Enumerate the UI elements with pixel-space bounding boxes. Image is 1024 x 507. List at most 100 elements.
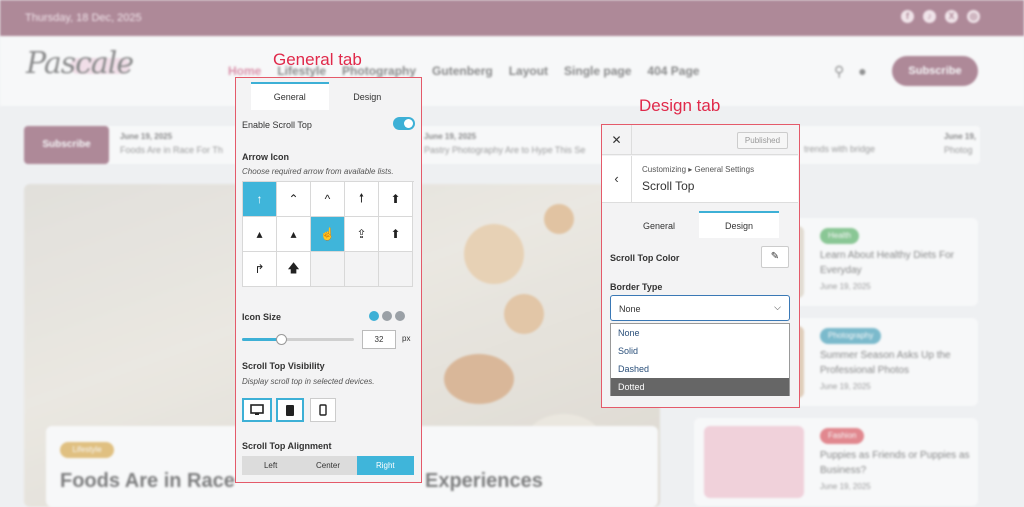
- nav-single-page[interactable]: Single page: [564, 64, 631, 78]
- header-icons: ⚲ ●: [834, 63, 867, 80]
- circle-arrow-up-filled-icon[interactable]: ⬆: [379, 217, 413, 252]
- post-title[interactable]: Summer Season Asks Up the Professional P…: [820, 348, 970, 378]
- ticker-item[interactable]: June 19, 2025 Foods Are in Race For Th: [120, 132, 223, 155]
- annotation-design-tab: Design tab: [639, 96, 721, 115]
- theme-toggle-icon[interactable]: ●: [858, 63, 866, 80]
- ticker-title: Foods Are in Race For Th: [120, 145, 223, 155]
- site-logo[interactable]: Pascale: [26, 46, 134, 81]
- post-date: June 19, 2025: [820, 282, 871, 291]
- empty-icon-slot: [311, 252, 345, 287]
- panel-tabs: General Design: [251, 82, 406, 110]
- chevron-up-icon[interactable]: ^: [311, 182, 345, 217]
- border-type-select[interactable]: None ⌵: [610, 295, 790, 321]
- arrow-icon-hint: Choose required arrow from available lis…: [242, 167, 394, 176]
- nav-home[interactable]: Home: [228, 64, 261, 78]
- color-picker-pencil-icon[interactable]: ✎: [761, 246, 789, 268]
- ticker-subscribe-button[interactable]: Subscribe: [24, 126, 109, 164]
- visibility-label: Scroll Top Visibility: [242, 361, 325, 371]
- arrow-up-icon[interactable]: ↑: [243, 182, 277, 217]
- side-post-card[interactable]: Fashion Puppies as Friends or Puppies as…: [694, 418, 978, 506]
- icon-size-input[interactable]: 32: [362, 330, 396, 349]
- border-option-solid[interactable]: Solid: [611, 342, 789, 360]
- tab-general[interactable]: General: [619, 211, 699, 238]
- published-button[interactable]: Published: [737, 132, 788, 149]
- post-tag[interactable]: Photography: [820, 328, 882, 344]
- alignment-segmented-control: Left Center Right: [242, 456, 414, 475]
- align-left-option[interactable]: Left: [242, 456, 299, 475]
- top-bar: Thursday, 18 Dec, 2025 f ♪ X ◎: [0, 0, 1024, 36]
- chevron-down-icon: ⌵: [774, 302, 781, 312]
- chevron-up-thin-icon[interactable]: ⌃: [277, 182, 311, 217]
- customizer-section-header: ‹ Customizing ▸ General Settings Scroll …: [602, 156, 798, 203]
- enable-scroll-top-label: Enable Scroll Top: [242, 120, 312, 130]
- border-option-dotted[interactable]: Dotted: [611, 378, 789, 396]
- align-center-option[interactable]: Center: [299, 456, 356, 475]
- arrow-up-thick-icon[interactable]: 🡅: [277, 252, 311, 287]
- ticker-item[interactable]: June 19, 2025 Pastry Photography Are to H…: [424, 132, 585, 155]
- facebook-icon[interactable]: f: [901, 10, 914, 23]
- arrow-turn-up-icon[interactable]: ↱: [243, 252, 277, 287]
- desktop-dot-icon[interactable]: [369, 311, 379, 321]
- nav-404-page[interactable]: 404 Page: [647, 64, 699, 78]
- nav-gutenberg[interactable]: Gutenberg: [432, 64, 493, 78]
- mobile-dot-icon[interactable]: [395, 311, 405, 321]
- caret-up-small-icon[interactable]: ▴: [243, 217, 277, 252]
- empty-icon-slot: [345, 252, 379, 287]
- empty-icon-slot: [379, 252, 413, 287]
- arrow-icon-grid: ↑ ⌃ ^ 🠕 ⬆ ▴ ▴ ☝ ⇪ ⬆ ↱ 🡅: [242, 181, 414, 287]
- hero-title-right: Experiences: [425, 470, 543, 492]
- border-type-label: Border Type: [610, 282, 663, 292]
- ticker-title: Pastry Photography Are to Hype This Se: [424, 145, 586, 155]
- mobile-icon: [319, 404, 327, 416]
- enable-scroll-top-toggle[interactable]: [393, 117, 415, 130]
- customizer-topbar: ✕ Published: [602, 125, 798, 155]
- instagram-icon[interactable]: ◎: [967, 10, 980, 23]
- panel-tabs: General Design: [619, 211, 779, 238]
- tab-design[interactable]: Design: [329, 82, 407, 110]
- icon-size-slider[interactable]: [242, 334, 354, 345]
- news-ticker: Subscribe June 19, 2025 Foods Are in Race…: [24, 126, 980, 164]
- post-tag[interactable]: Health: [820, 228, 860, 244]
- desktop-icon: [250, 404, 264, 415]
- post-tag[interactable]: Fashion: [820, 428, 865, 444]
- arrow-icon-label: Arrow Icon: [242, 152, 290, 162]
- border-type-options-list: None Solid Dashed Dotted: [610, 323, 790, 396]
- nav-layout[interactable]: Layout: [509, 64, 548, 78]
- icon-size-slider-handle[interactable]: [276, 334, 288, 345]
- alignment-label: Scroll Top Alignment: [242, 441, 332, 451]
- close-icon[interactable]: ✕: [602, 125, 632, 155]
- border-option-none[interactable]: None: [611, 324, 789, 342]
- tablet-dot-icon[interactable]: [382, 311, 392, 321]
- tab-general[interactable]: General: [251, 82, 329, 110]
- post-title[interactable]: Puppies as Friends or Puppies as Busines…: [820, 448, 970, 478]
- circle-arrow-up-icon[interactable]: ⬆: [379, 182, 413, 217]
- caret-up-icon[interactable]: ▴: [277, 217, 311, 252]
- tab-design[interactable]: Design: [699, 211, 779, 238]
- ticker-item[interactable]: trends with bridge: [804, 144, 875, 154]
- arrow-up-bold-icon[interactable]: 🠕: [345, 182, 379, 217]
- icon-size-label: Icon Size: [242, 312, 282, 322]
- ticker-date: June 19, 2025: [120, 132, 173, 141]
- visibility-hint: Display scroll top in selected devices.: [242, 377, 375, 386]
- align-right-option[interactable]: Right: [356, 456, 414, 475]
- hand-pointer-icon[interactable]: ☝: [311, 217, 345, 252]
- tiktok-icon[interactable]: ♪: [923, 10, 936, 23]
- ticker-item[interactable]: June 19, Photog: [944, 132, 976, 155]
- flower-shape: [444, 354, 514, 404]
- post-thumbnail: [704, 426, 804, 498]
- x-icon[interactable]: X: [945, 10, 958, 23]
- search-icon[interactable]: ⚲: [834, 63, 844, 80]
- mobile-visibility-button[interactable]: [310, 398, 336, 422]
- border-option-dashed[interactable]: Dashed: [611, 360, 789, 378]
- post-title[interactable]: Learn About Healthy Diets For Everyday: [820, 248, 970, 278]
- desktop-visibility-button[interactable]: [242, 398, 272, 422]
- upload-icon[interactable]: ⇪: [345, 217, 379, 252]
- header-subscribe-button[interactable]: Subscribe: [892, 56, 978, 86]
- tablet-visibility-button[interactable]: [276, 398, 304, 422]
- ticker-date: June 19, 2025: [424, 132, 477, 141]
- icon-size-unit: px: [402, 334, 411, 343]
- post-date: June 19, 2025: [820, 482, 871, 491]
- back-chevron-icon[interactable]: ‹: [602, 156, 632, 202]
- hero-title[interactable]: Foods Are in Race Experiences: [60, 470, 543, 493]
- hero-category-tag[interactable]: Lifestyle: [60, 442, 114, 458]
